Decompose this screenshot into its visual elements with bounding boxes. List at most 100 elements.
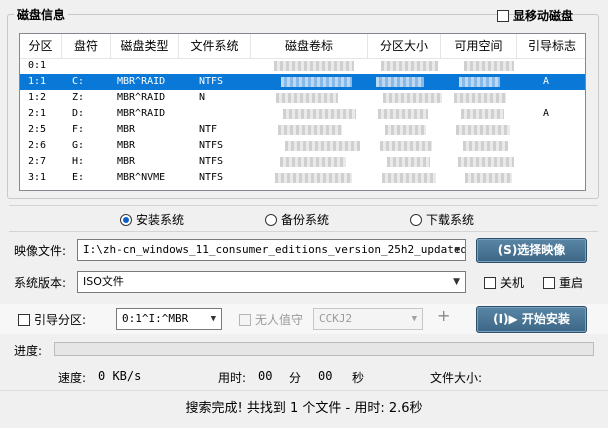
col-free-space[interactable]: 可用空间 xyxy=(441,34,517,58)
redacted-cell xyxy=(463,141,508,151)
redacted-cell xyxy=(454,93,506,103)
file-size-label: 文件大小: xyxy=(430,371,483,385)
col-filesystem[interactable]: 文件系统 xyxy=(179,34,251,58)
table-row[interactable]: 1:1 C: MBR^RAID NTFS A xyxy=(20,74,585,90)
col-partition[interactable]: 分区 xyxy=(20,34,62,58)
col-type[interactable]: 磁盘类型 xyxy=(111,34,179,58)
show-removable-checkbox[interactable]: 显移动磁盘 xyxy=(497,7,573,24)
redacted-cell xyxy=(458,157,514,167)
redacted-cell xyxy=(285,141,360,151)
table-row[interactable]: 0:1 xyxy=(20,58,585,74)
shutdown-checkbox-box[interactable] xyxy=(484,277,496,289)
cell-boot: A xyxy=(543,76,550,87)
cell-partition: 2:5 xyxy=(28,124,47,135)
speed-value: 0 KB/s xyxy=(98,369,142,383)
unattended-checkbox[interactable]: 无人值守 xyxy=(239,311,303,328)
col-volume-label[interactable]: 磁盘卷标 xyxy=(251,34,368,58)
cell-partition: 0:1 xyxy=(28,60,47,71)
mode-backup-label: 备份系统 xyxy=(281,213,330,227)
mode-download-radio[interactable]: 下载系统 xyxy=(410,211,474,228)
redacted-cell xyxy=(385,125,426,135)
redacted-cell xyxy=(465,173,512,183)
cell-fs: N xyxy=(199,92,206,103)
redacted-cell xyxy=(378,109,428,119)
mode-install-label: 安装系统 xyxy=(136,213,185,227)
radio-backup-indicator[interactable] xyxy=(265,214,277,226)
divider xyxy=(9,231,598,232)
cell-type: MBR xyxy=(117,140,136,151)
unattended-combo[interactable]: CCKJ2 ▼ xyxy=(313,308,423,330)
chevron-down-icon[interactable]: ▼ xyxy=(412,309,417,329)
system-version-label: 系统版本: xyxy=(14,276,67,290)
cell-type: MBR xyxy=(117,156,136,167)
cell-partition: 2:1 xyxy=(28,108,47,119)
cell-partition: 3:1 xyxy=(28,172,47,183)
cell-boot: A xyxy=(543,108,550,119)
radio-download-indicator[interactable] xyxy=(410,214,422,226)
redacted-cell xyxy=(281,77,352,87)
cell-type: MBR^RAID xyxy=(117,108,166,119)
redacted-cell xyxy=(280,157,346,167)
table-row[interactable]: 2:5 F: MBR NTF xyxy=(20,122,585,138)
redacted-cell xyxy=(276,93,338,103)
show-removable-checkbox-box[interactable] xyxy=(497,10,509,22)
cell-fs: NTF xyxy=(199,124,218,135)
cell-letter: F: xyxy=(72,124,85,135)
table-row[interactable]: 1:2 Z: MBR^RAID N xyxy=(20,90,585,106)
start-install-button[interactable]: (I)▶ 开始安装 xyxy=(476,306,587,333)
redacted-cell xyxy=(459,77,500,87)
disk-info-title: 磁盘信息 xyxy=(14,6,69,23)
partition-table-header: 分区 盘符 磁盘类型 文件系统 磁盘卷标 分区大小 可用空间 引导标志 xyxy=(20,34,585,59)
restart-checkbox-box[interactable] xyxy=(543,277,555,289)
time-minutes-unit: 分 xyxy=(289,371,302,385)
boot-partition-checkbox-box[interactable] xyxy=(18,314,30,326)
shutdown-label: 关机 xyxy=(500,276,525,290)
table-row[interactable]: 2:6 G: MBR NTFS xyxy=(20,138,585,154)
image-file-combo[interactable]: I:\zh-cn_windows_11_consumer_editions_ve… xyxy=(77,239,466,261)
boot-partition-checkbox[interactable]: 引导分区: xyxy=(18,311,86,328)
time-label: 用时: xyxy=(218,371,247,385)
add-icon[interactable]: + xyxy=(437,306,450,325)
col-letter[interactable]: 盘符 xyxy=(62,34,111,58)
cell-type: MBR^RAID xyxy=(117,92,166,103)
restart-checkbox[interactable]: 重启 xyxy=(543,274,583,291)
unattended-checkbox-box[interactable] xyxy=(239,314,251,326)
cell-type: MBR^NVME xyxy=(117,172,166,183)
cell-fs: NTFS xyxy=(199,156,224,167)
mode-download-label: 下载系统 xyxy=(426,213,475,227)
chevron-down-icon[interactable]: ▼ xyxy=(453,272,460,292)
chevron-down-icon[interactable]: ▼ xyxy=(455,240,460,260)
select-image-button[interactable]: (S)选择映像 xyxy=(476,238,587,263)
redacted-cell xyxy=(456,125,510,135)
cell-fs: NTFS xyxy=(199,76,224,87)
cell-letter: H: xyxy=(72,156,85,167)
shutdown-checkbox[interactable]: 关机 xyxy=(484,274,524,291)
cell-letter: C: xyxy=(72,76,85,87)
col-boot-flag[interactable]: 引导标志 xyxy=(517,34,585,58)
redacted-cell xyxy=(381,61,438,71)
cell-letter: G: xyxy=(72,140,85,151)
radio-install-indicator[interactable] xyxy=(120,214,132,226)
cell-partition: 2:6 xyxy=(28,140,47,151)
chevron-down-icon[interactable]: ▼ xyxy=(211,309,216,329)
redacted-cell xyxy=(274,61,354,71)
cell-letter: Z: xyxy=(72,92,85,103)
mode-install-radio[interactable]: 安装系统 xyxy=(120,211,184,228)
image-file-value: I:\zh-cn_windows_11_consumer_editions_ve… xyxy=(83,243,466,256)
redacted-cell xyxy=(376,77,424,87)
mode-backup-radio[interactable]: 备份系统 xyxy=(265,211,329,228)
cell-partition: 1:2 xyxy=(28,92,47,103)
redacted-cell xyxy=(380,141,432,151)
divider xyxy=(9,205,598,206)
redacted-cell xyxy=(283,109,356,119)
table-row[interactable]: 2:1 D: MBR^RAID A xyxy=(20,106,585,122)
table-row[interactable]: 3:1 E: MBR^NVME NTFS xyxy=(20,170,585,186)
table-row[interactable]: 2:7 H: MBR NTFS xyxy=(20,154,585,170)
col-partition-size[interactable]: 分区大小 xyxy=(368,34,441,58)
system-version-combo[interactable]: ISO文件 ▼ xyxy=(77,271,466,293)
redacted-cell xyxy=(278,125,342,135)
boot-partition-value: 0:1^I:^MBR xyxy=(122,312,189,325)
image-file-label: 映像文件: xyxy=(14,244,67,258)
restart-label: 重启 xyxy=(559,276,584,290)
boot-partition-combo[interactable]: 0:1^I:^MBR ▼ xyxy=(116,308,222,330)
